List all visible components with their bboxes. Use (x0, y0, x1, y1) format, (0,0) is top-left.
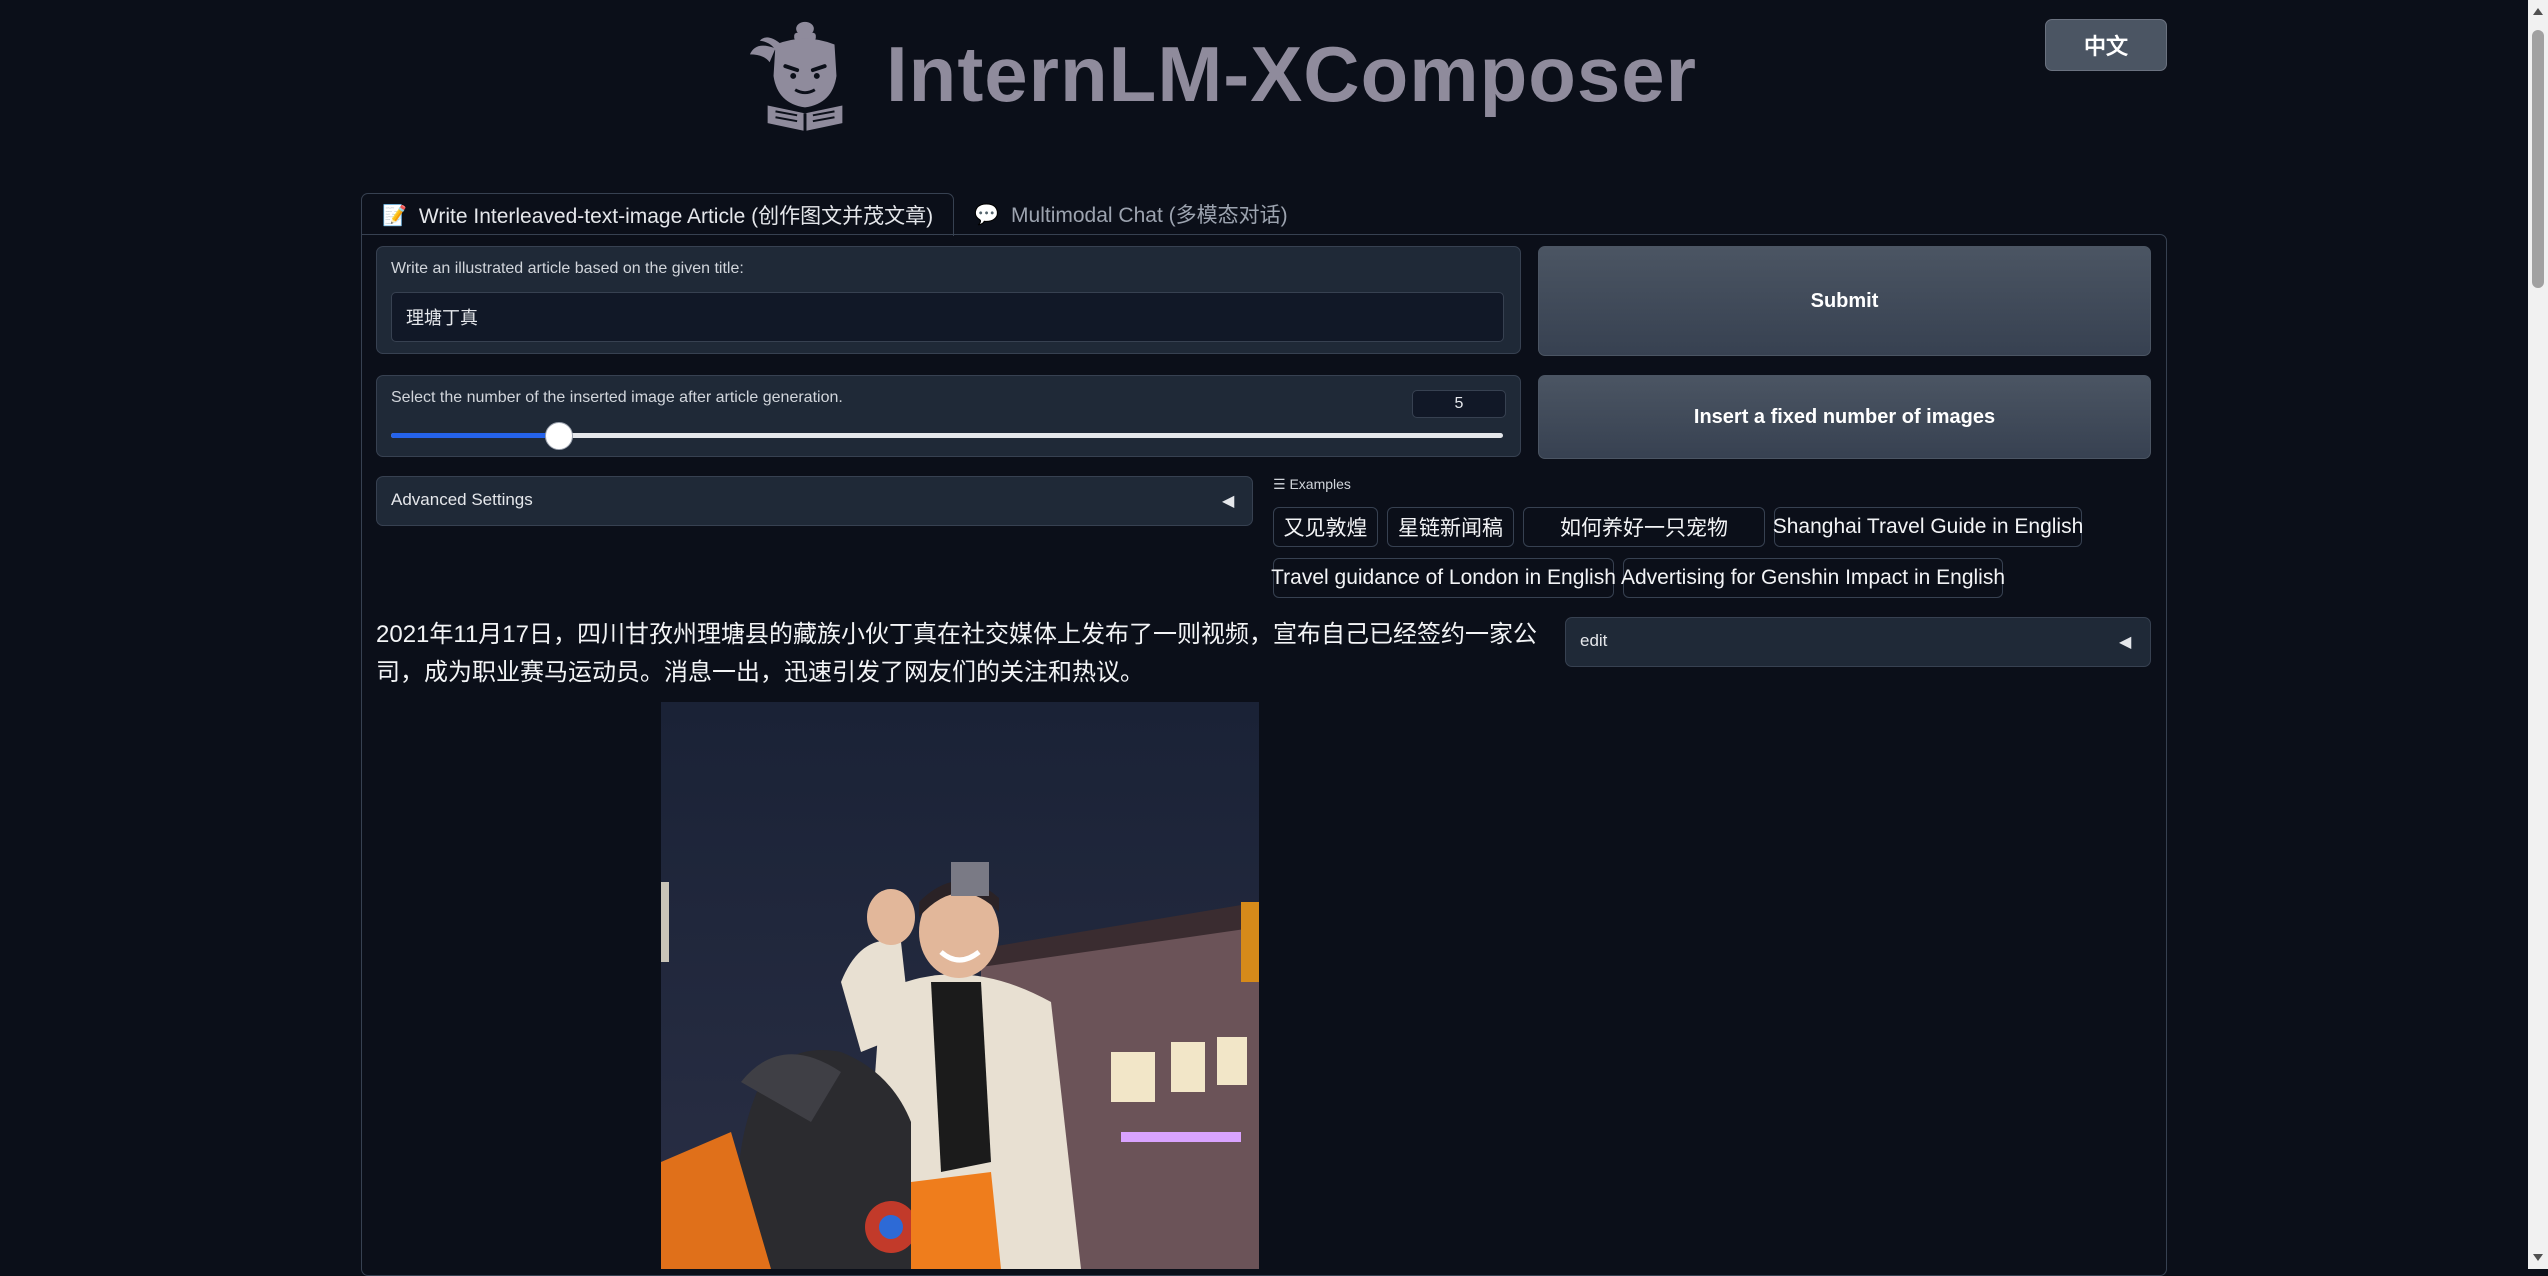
app-logo: InternLM-XComposer (746, 14, 1697, 134)
list-icon: ☰ (1273, 476, 1290, 492)
language-toggle-button[interactable]: 中文 (2045, 19, 2167, 71)
mascot-logo-icon (749, 21, 843, 132)
app-title: InternLM-XComposer (886, 29, 1698, 118)
advanced-settings-label: Advanced Settings (391, 490, 533, 509)
edit-accordion[interactable] (1565, 617, 2151, 667)
examples-heading: ☰ Examples (1273, 476, 1351, 492)
example-button[interactable]: 又见敦煌 (1273, 507, 1378, 547)
example-button[interactable]: Advertising for Genshin Impact in Englis… (1621, 558, 2005, 598)
insert-images-button[interactable]: Insert a fixed number of images (1538, 375, 2151, 459)
tab-write-article-label: Write Interleaved-text-image Article (创作… (418, 205, 934, 228)
image-count-label: Select the number of the inserted image … (391, 389, 843, 406)
slider-fill (391, 433, 558, 438)
speech-bubble-icon: 💬 (974, 203, 1000, 226)
scroll-up-arrow-icon[interactable] (2533, 8, 2543, 15)
example-button[interactable]: Shanghai Travel Guide in English (1773, 507, 2083, 547)
image-count-number-input[interactable]: 5 (1412, 390, 1506, 418)
scrollbar-thumb[interactable] (2532, 30, 2544, 288)
tab-multimodal-chat-label: Multimodal Chat (多模态对话) (1011, 204, 1288, 227)
example-button[interactable]: Travel guidance of London in English (1271, 558, 1616, 598)
article-paragraph: 2021年11月17日，四川甘孜州理塘县的藏族小伙丁真在社交媒体上发布了一则视频… (376, 621, 1537, 686)
triangle-left-icon: ◀ (1222, 493, 1235, 510)
example-button[interactable]: 如何养好一只宠物 (1523, 507, 1765, 547)
example-button[interactable]: 星链新闻稿 (1387, 507, 1514, 547)
title-input[interactable]: 理塘丁真 (391, 292, 1504, 342)
submit-button[interactable]: Submit (1538, 246, 2151, 356)
photo-man-on-horse (661, 702, 1259, 1269)
tab-multimodal-chat[interactable]: 💬 Multimodal Chat (多模态对话) (954, 193, 1307, 235)
article-image (661, 702, 1259, 1269)
scroll-down-arrow-icon[interactable] (2533, 1254, 2543, 1261)
tab-bar: 📝 Write Interleaved-text-image Article (… (361, 191, 1308, 236)
slider-handle[interactable] (544, 422, 573, 450)
triangle-left-icon: ◀ (2119, 634, 2132, 651)
tab-write-article[interactable]: 📝 Write Interleaved-text-image Article (… (361, 193, 955, 236)
memo-icon: 📝 (382, 204, 407, 227)
edit-accordion-label: edit (1580, 631, 1608, 650)
image-count-slider[interactable] (391, 422, 1503, 450)
title-input-label: Write an illustrated article based on th… (391, 260, 744, 277)
page-scrollbar[interactable] (2528, 0, 2548, 1269)
